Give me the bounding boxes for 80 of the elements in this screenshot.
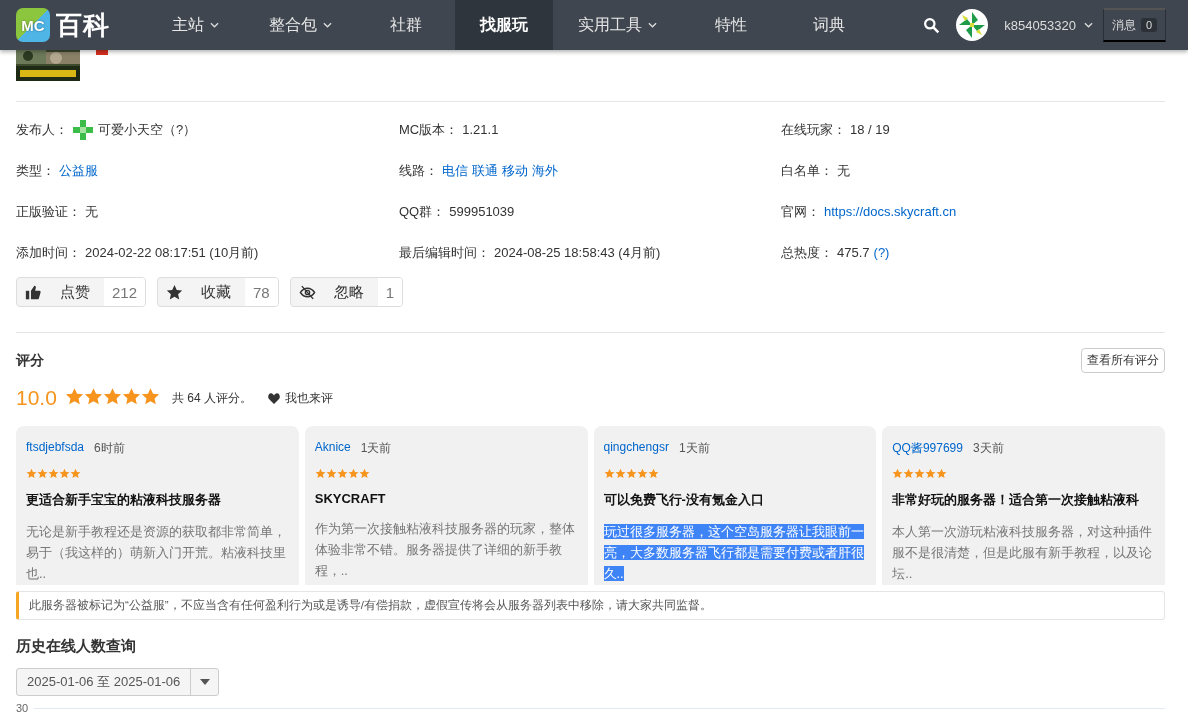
review-title: 可以免费飞行-没有氪金入口 bbox=[603, 491, 765, 509]
notice-text: 此服务器被标记为“公益服”，不应当含有任何盈利行为或是诱导/有偿捐款，虚假宣传将会从服务器列表中移除，请大家共同监督。 bbox=[16, 591, 1165, 620]
info-link[interactable]: 联通 bbox=[472, 161, 498, 180]
nav-item[interactable]: 实用工具 bbox=[553, 0, 682, 50]
info-label: 添加时间： bbox=[16, 243, 81, 262]
info-value: 1.21.1 bbox=[462, 122, 499, 137]
avatar-icon[interactable] bbox=[956, 9, 989, 41]
axis-label: 30 bbox=[16, 702, 29, 714]
info-link[interactable]: 海外 bbox=[532, 161, 558, 180]
action-button[interactable]: 收藏 78 bbox=[157, 277, 279, 307]
eye-slash-icon bbox=[298, 283, 316, 301]
info-link[interactable]: https://docs.skycraft.cn bbox=[824, 204, 957, 219]
info-label: 线路： bbox=[399, 161, 438, 180]
reviewer-link[interactable]: Aknice bbox=[314, 440, 351, 457]
info-label: 最后编辑时间： bbox=[399, 243, 490, 262]
star-icon bbox=[166, 283, 184, 301]
info-label: 类型： bbox=[16, 161, 55, 180]
heart-icon bbox=[267, 392, 280, 404]
info-link[interactable]: 电信 bbox=[442, 161, 468, 180]
info-label: MC版本： bbox=[399, 120, 459, 139]
nav-item[interactable]: 特性 bbox=[682, 0, 780, 50]
review-title: SKYCRAFT bbox=[314, 491, 387, 506]
review-title: 更适合新手宝宝的粘液科技服务器 bbox=[26, 491, 222, 509]
logo-text[interactable]: 百科 bbox=[56, 7, 110, 43]
info-value: 无 bbox=[837, 161, 850, 180]
rating-summary: 共 64 人评分。 bbox=[171, 389, 252, 407]
avatar-icon bbox=[72, 118, 94, 141]
info-value: 无 bbox=[85, 202, 98, 221]
info-value: 18 / 19 bbox=[850, 122, 890, 137]
caret-icon bbox=[199, 679, 210, 685]
reviewer-link[interactable]: QQ酱997699 bbox=[892, 440, 963, 457]
info-label: 官网： bbox=[781, 202, 820, 221]
action-button[interactable]: 点赞 212 bbox=[16, 277, 147, 307]
flag-icon bbox=[96, 50, 108, 55]
review-text: 本人第一次游玩粘液科技服务器，对这种插件服不是很清楚，但是此服有新手教程，以及论坛.. bbox=[892, 523, 1154, 583]
reviewer-link[interactable]: qingchengsr bbox=[603, 440, 669, 457]
info-label: 发布人： bbox=[16, 120, 68, 139]
info-value: 475.7 bbox=[837, 245, 870, 260]
review-time: 1天前 bbox=[678, 440, 710, 457]
search-icon[interactable] bbox=[923, 16, 941, 34]
user-menu[interactable]: k854053320 bbox=[998, 16, 1103, 34]
nav-item[interactable]: 找服玩 bbox=[455, 0, 553, 50]
info-label: QQ群： bbox=[399, 202, 446, 221]
message-count: 0 bbox=[1140, 18, 1157, 32]
info-label: 总热度： bbox=[781, 243, 833, 262]
nav-item[interactable]: 主站 bbox=[146, 0, 244, 50]
info-label: 在线玩家： bbox=[781, 120, 846, 139]
thumbs-up-icon bbox=[25, 283, 42, 301]
review-title: 非常好玩的服务器！适合第一次接触粘液科 bbox=[892, 491, 1141, 509]
info-value: 2024-08-25 18:58:43 (4月前) bbox=[494, 243, 661, 262]
info-value: 2024-02-22 08:17:51 (10月前) bbox=[85, 243, 259, 262]
review-text: 玩过很多服务器，这个空岛服务器让我眼前一亮，大多数服务器飞行都是需要付费或者肝很久.. bbox=[603, 523, 865, 583]
action-count: 1 bbox=[377, 278, 403, 306]
action-count: 78 bbox=[245, 278, 278, 306]
caret-icon bbox=[1083, 22, 1093, 28]
review-time: 6时前 bbox=[94, 440, 125, 457]
nav-item[interactable]: 整合包 bbox=[244, 0, 357, 50]
nav-item[interactable]: 词典 bbox=[780, 0, 878, 50]
view-all-ratings-button[interactable]: 查看所有评分 bbox=[1081, 348, 1165, 373]
info-link[interactable]: 公益服 bbox=[59, 161, 98, 180]
info-value: 599951039 bbox=[449, 204, 515, 219]
action-button[interactable]: 忽略 1 bbox=[289, 277, 404, 307]
review-text: 作为第一次接触粘液科技服务器的玩家，整体体验非常不错。服务器提供了详细的新手教程，.. bbox=[314, 520, 576, 580]
messages-button[interactable]: 消息 0 bbox=[1102, 8, 1166, 42]
rating-score: 10.0 bbox=[16, 386, 57, 410]
review-time: 1天前 bbox=[360, 440, 392, 457]
date-range-dropdown[interactable]: 2025-01-06 至 2025-01-06 bbox=[16, 668, 220, 696]
nav-item[interactable]: 社群 bbox=[357, 0, 455, 50]
rate-link[interactable]: 我也来评 bbox=[267, 389, 333, 407]
reviewer-link[interactable]: ftsdjebfsda bbox=[26, 440, 85, 457]
section-title: 历史在线人数查询 bbox=[16, 637, 137, 656]
info-value: 可爱小天空（?） bbox=[98, 120, 197, 139]
info-link[interactable]: 移动 bbox=[502, 161, 528, 180]
info-link[interactable]: (?) bbox=[873, 245, 890, 260]
review-time: 3天前 bbox=[972, 440, 1004, 457]
action-count: 212 bbox=[104, 278, 146, 306]
info-label: 白名单： bbox=[781, 161, 833, 180]
review-text: 无论是新手教程还是资源的获取都非常简单，易于（我这样的）萌新入门开荒。粘液科技里也.. bbox=[26, 523, 287, 583]
info-label: 正版验证： bbox=[16, 202, 81, 221]
section-title: 评分 bbox=[16, 351, 44, 370]
